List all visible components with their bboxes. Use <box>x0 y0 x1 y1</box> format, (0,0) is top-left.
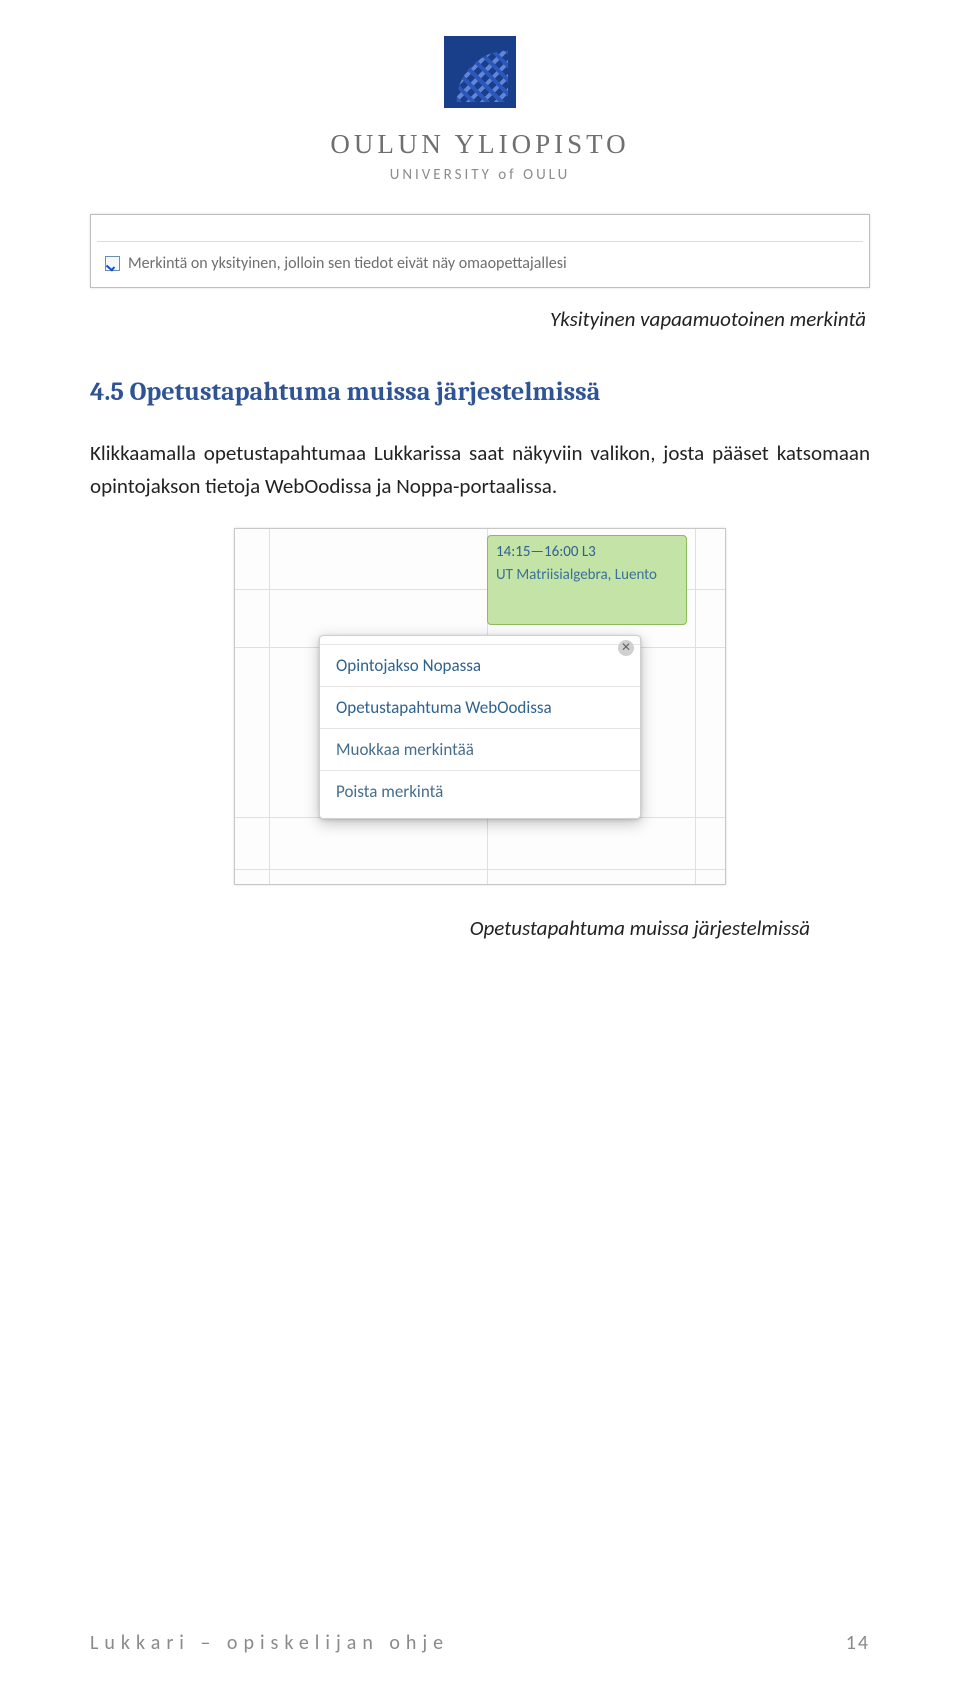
menu-item-weboodi[interactable]: Opetustapahtuma WebOodissa <box>320 686 640 728</box>
logo-header: OULUN YLIOPISTO UNIVERSITY of OULU <box>90 36 870 184</box>
page-footer: Lukkari – opiskelijan ohje 14 <box>90 1631 870 1655</box>
calendar-event[interactable]: 14:15—16:00 L3 UT Matriisialgebra, Luent… <box>487 535 687 625</box>
event-time: 14:15—16:00 L3 <box>496 542 678 563</box>
menu-item-edit-mark[interactable]: Muokkaa merkintää <box>320 728 640 770</box>
university-logo-tile <box>444 36 516 108</box>
screenshot-private-mark-checkbox: Merkintä on yksityinen, jolloin sen tied… <box>90 214 870 288</box>
section-heading: 4.5 Opetustapahtuma muissa järjestelmiss… <box>90 377 870 407</box>
screenshot-context-menu: 14:15—16:00 L3 UT Matriisialgebra, Luent… <box>234 528 726 885</box>
university-name-en: UNIVERSITY of OULU <box>90 166 870 184</box>
grid-line <box>695 529 696 884</box>
footer-text: Lukkari – opiskelijan ohje <box>90 1631 449 1655</box>
caption-private-mark: Yksityinen vapaamuotoinen merkintä <box>90 306 866 332</box>
page-number: 14 <box>846 1631 870 1655</box>
menu-item-delete-mark[interactable]: Poista merkintä <box>320 770 640 812</box>
grid-line <box>235 869 725 870</box>
university-name-fi: OULUN YLIOPISTO <box>90 129 870 160</box>
section-paragraph: Klikkaamalla opetustapahtumaa Lukkarissa… <box>90 437 870 502</box>
close-icon[interactable]: ✕ <box>618 640 634 656</box>
event-title: UT Matriisialgebra, Luento <box>496 565 678 586</box>
caption-context-menu: Opetustapahtuma muissa järjestelmissä <box>90 915 810 941</box>
grid-line <box>269 529 270 884</box>
panel-divider <box>97 225 863 242</box>
private-mark-checkbox[interactable] <box>105 256 120 271</box>
context-menu: ✕ Opintojakso Nopassa Opetustapahtuma We… <box>319 635 641 819</box>
private-mark-label: Merkintä on yksityinen, jolloin sen tied… <box>128 254 567 273</box>
menu-item-noppa[interactable]: Opintojakso Nopassa <box>320 644 640 686</box>
